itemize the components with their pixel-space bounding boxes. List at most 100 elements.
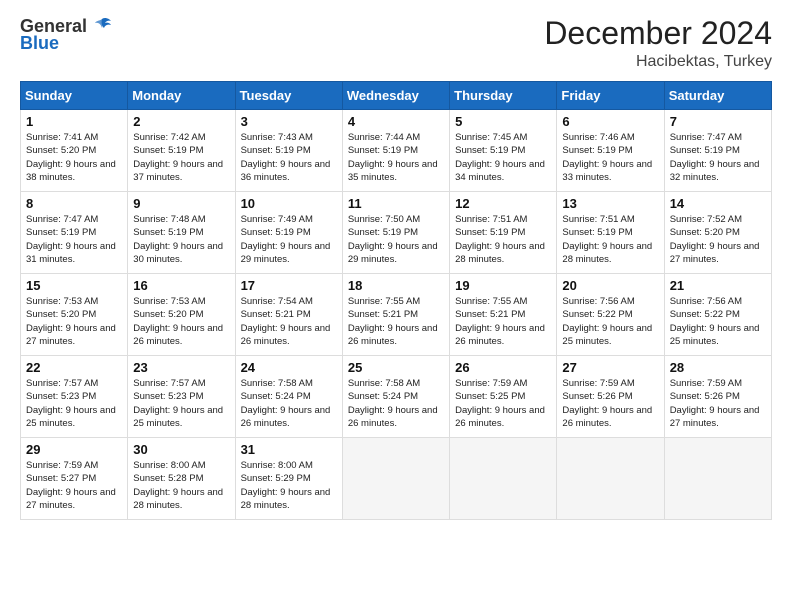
table-row: 30 Sunrise: 8:00 AMSunset: 5:28 PMDayligh… <box>128 438 235 520</box>
day-number: 22 <box>26 360 122 375</box>
col-thursday: Thursday <box>450 82 557 110</box>
table-row: 12 Sunrise: 7:51 AMSunset: 5:19 PMDayligh… <box>450 192 557 274</box>
table-row: 21 Sunrise: 7:56 AMSunset: 5:22 PMDayligh… <box>664 274 771 356</box>
page: General Blue December 2024 Hacibektas, T… <box>0 0 792 612</box>
day-info: Sunrise: 8:00 AMSunset: 5:28 PMDaylight:… <box>133 459 229 512</box>
table-row: 6Sunrise: 7:46 AMSunset: 5:19 PMDaylight… <box>557 110 664 192</box>
day-info: Sunrise: 7:59 AMSunset: 5:26 PMDaylight:… <box>562 377 658 430</box>
day-number: 6 <box>562 114 658 129</box>
day-info: Sunrise: 7:53 AMSunset: 5:20 PMDaylight:… <box>133 295 229 348</box>
day-number: 19 <box>455 278 551 293</box>
day-info: Sunrise: 7:45 AMSunset: 5:19 PMDaylight:… <box>455 131 551 184</box>
day-number: 24 <box>241 360 337 375</box>
day-number: 5 <box>455 114 551 129</box>
day-info: Sunrise: 7:59 AMSunset: 5:26 PMDaylight:… <box>670 377 766 430</box>
logo-blue: Blue <box>20 33 59 54</box>
table-row: 7 Sunrise: 7:47 AMSunset: 5:19 PMDaylight… <box>664 110 771 192</box>
day-number: 20 <box>562 278 658 293</box>
day-number: 27 <box>562 360 658 375</box>
calendar-week-row: 15 Sunrise: 7:53 AMSunset: 5:20 PMDayligh… <box>21 274 772 356</box>
calendar: Sunday Monday Tuesday Wednesday Thursday… <box>20 81 772 520</box>
col-monday: Monday <box>128 82 235 110</box>
day-info: Sunrise: 7:53 AMSunset: 5:20 PMDaylight:… <box>26 295 122 348</box>
table-row: 19 Sunrise: 7:55 AMSunset: 5:21 PMDayligh… <box>450 274 557 356</box>
day-number: 11 <box>348 196 444 211</box>
day-number: 25 <box>348 360 444 375</box>
day-info: Sunrise: 7:47 AMSunset: 5:19 PMDaylight:… <box>670 131 766 184</box>
table-row: 5 Sunrise: 7:45 AMSunset: 5:19 PMDaylight… <box>450 110 557 192</box>
logo-bird-icon <box>91 15 113 37</box>
table-row: 31 Sunrise: 8:00 AMSunset: 5:29 PMDayligh… <box>235 438 342 520</box>
table-row: 1Sunrise: 7:41 AMSunset: 5:20 PMDaylight… <box>21 110 128 192</box>
header: General Blue December 2024 Hacibektas, T… <box>20 16 772 71</box>
day-info: Sunrise: 7:59 AMSunset: 5:25 PMDaylight:… <box>455 377 551 430</box>
day-info: Sunrise: 7:50 AMSunset: 5:19 PMDaylight:… <box>348 213 444 266</box>
table-row: 8 Sunrise: 7:47 AMSunset: 5:19 PMDaylight… <box>21 192 128 274</box>
day-number: 18 <box>348 278 444 293</box>
day-info: Sunrise: 7:57 AMSunset: 5:23 PMDaylight:… <box>26 377 122 430</box>
location: Hacibektas, Turkey <box>544 53 772 71</box>
table-row: 13Sunrise: 7:51 AMSunset: 5:19 PMDayligh… <box>557 192 664 274</box>
day-number: 10 <box>241 196 337 211</box>
day-number: 8 <box>26 196 122 211</box>
table-row: 26 Sunrise: 7:59 AMSunset: 5:25 PMDayligh… <box>450 356 557 438</box>
title-block: December 2024 Hacibektas, Turkey <box>544 16 772 71</box>
calendar-header-row: Sunday Monday Tuesday Wednesday Thursday… <box>21 82 772 110</box>
day-info: Sunrise: 7:51 AMSunset: 5:19 PMDaylight:… <box>562 213 658 266</box>
day-info: Sunrise: 7:44 AMSunset: 5:19 PMDaylight:… <box>348 131 444 184</box>
col-saturday: Saturday <box>664 82 771 110</box>
table-row: 9 Sunrise: 7:48 AMSunset: 5:19 PMDaylight… <box>128 192 235 274</box>
table-row: 20 Sunrise: 7:56 AMSunset: 5:22 PMDayligh… <box>557 274 664 356</box>
table-row: 10 Sunrise: 7:49 AMSunset: 5:19 PMDayligh… <box>235 192 342 274</box>
table-row <box>342 438 449 520</box>
table-row <box>450 438 557 520</box>
day-info: Sunrise: 7:55 AMSunset: 5:21 PMDaylight:… <box>455 295 551 348</box>
table-row <box>664 438 771 520</box>
day-info: Sunrise: 7:55 AMSunset: 5:21 PMDaylight:… <box>348 295 444 348</box>
day-number: 28 <box>670 360 766 375</box>
calendar-week-row: 22 Sunrise: 7:57 AMSunset: 5:23 PMDayligh… <box>21 356 772 438</box>
day-number: 16 <box>133 278 229 293</box>
table-row: 18 Sunrise: 7:55 AMSunset: 5:21 PMDayligh… <box>342 274 449 356</box>
day-info: Sunrise: 7:51 AMSunset: 5:19 PMDaylight:… <box>455 213 551 266</box>
day-info: Sunrise: 7:49 AMSunset: 5:19 PMDaylight:… <box>241 213 337 266</box>
day-number: 7 <box>670 114 766 129</box>
col-tuesday: Tuesday <box>235 82 342 110</box>
day-number: 1 <box>26 114 122 129</box>
day-info: Sunrise: 7:56 AMSunset: 5:22 PMDaylight:… <box>562 295 658 348</box>
day-number: 31 <box>241 442 337 457</box>
day-info: Sunrise: 7:58 AMSunset: 5:24 PMDaylight:… <box>241 377 337 430</box>
table-row: 11 Sunrise: 7:50 AMSunset: 5:19 PMDayligh… <box>342 192 449 274</box>
calendar-week-row: 1Sunrise: 7:41 AMSunset: 5:20 PMDaylight… <box>21 110 772 192</box>
day-number: 23 <box>133 360 229 375</box>
table-row: 3Sunrise: 7:43 AMSunset: 5:19 PMDaylight… <box>235 110 342 192</box>
day-number: 4 <box>348 114 444 129</box>
day-number: 12 <box>455 196 551 211</box>
day-info: Sunrise: 7:52 AMSunset: 5:20 PMDaylight:… <box>670 213 766 266</box>
table-row: 16 Sunrise: 7:53 AMSunset: 5:20 PMDayligh… <box>128 274 235 356</box>
day-info: Sunrise: 7:48 AMSunset: 5:19 PMDaylight:… <box>133 213 229 266</box>
day-info: Sunrise: 7:56 AMSunset: 5:22 PMDaylight:… <box>670 295 766 348</box>
day-number: 15 <box>26 278 122 293</box>
day-info: Sunrise: 7:47 AMSunset: 5:19 PMDaylight:… <box>26 213 122 266</box>
table-row: 2 Sunrise: 7:42 AMSunset: 5:19 PMDaylight… <box>128 110 235 192</box>
table-row: 4 Sunrise: 7:44 AMSunset: 5:19 PMDaylight… <box>342 110 449 192</box>
day-number: 9 <box>133 196 229 211</box>
day-number: 14 <box>670 196 766 211</box>
table-row: 28 Sunrise: 7:59 AMSunset: 5:26 PMDayligh… <box>664 356 771 438</box>
logo: General Blue <box>20 16 113 54</box>
table-row <box>557 438 664 520</box>
col-friday: Friday <box>557 82 664 110</box>
calendar-week-row: 29Sunrise: 7:59 AMSunset: 5:27 PMDayligh… <box>21 438 772 520</box>
day-number: 2 <box>133 114 229 129</box>
table-row: 25 Sunrise: 7:58 AMSunset: 5:24 PMDayligh… <box>342 356 449 438</box>
day-info: Sunrise: 8:00 AMSunset: 5:29 PMDaylight:… <box>241 459 337 512</box>
day-number: 17 <box>241 278 337 293</box>
day-number: 26 <box>455 360 551 375</box>
table-row: 14 Sunrise: 7:52 AMSunset: 5:20 PMDayligh… <box>664 192 771 274</box>
day-info: Sunrise: 7:58 AMSunset: 5:24 PMDaylight:… <box>348 377 444 430</box>
day-number: 21 <box>670 278 766 293</box>
day-info: Sunrise: 7:42 AMSunset: 5:19 PMDaylight:… <box>133 131 229 184</box>
day-number: 30 <box>133 442 229 457</box>
day-number: 29 <box>26 442 122 457</box>
